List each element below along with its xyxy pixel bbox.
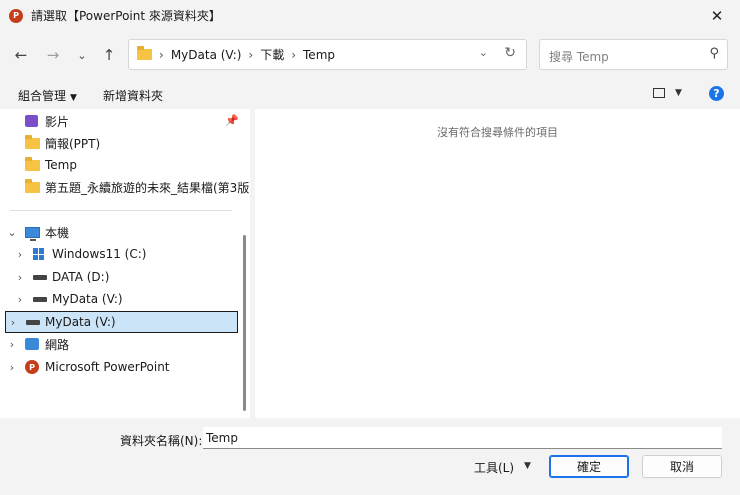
tree-item-drive-v[interactable]: › MyData (V:) — [0, 288, 240, 310]
chevron-right-icon[interactable]: › — [6, 361, 18, 374]
help-icon[interactable]: ? — [709, 86, 724, 101]
tree-item-label: Temp — [45, 158, 77, 172]
breadcrumb-separator[interactable]: › — [248, 48, 253, 62]
chevron-right-icon[interactable]: › — [7, 316, 19, 329]
address-dropdown-icon[interactable]: ⌄ — [479, 46, 488, 59]
navigation-pane: 影片 📌 簡報(PPT) Temp 第五題_永續旅遊的未來_結果檔(第3版) ⌄… — [0, 109, 250, 418]
chevron-down-icon: ⌄ — [77, 48, 87, 62]
tree-item-ppt[interactable]: 簡報(PPT) — [0, 132, 240, 154]
section-divider — [10, 210, 232, 211]
network-icon — [25, 338, 39, 350]
folder-icon — [137, 46, 152, 60]
tree-item-temp[interactable]: Temp — [0, 154, 240, 176]
tools-menu-button[interactable]: 工具(L) — [474, 459, 514, 476]
dialog-footer: 資料夾名稱(N): 工具(L) ▼ 確定 取消 — [0, 418, 740, 495]
drive-icon — [26, 319, 40, 325]
close-icon: ✕ — [710, 6, 724, 25]
cancel-button[interactable]: 取消 — [642, 455, 722, 478]
navigation-pane-scrollbar[interactable] — [243, 235, 246, 411]
pin-icon[interactable]: 📌 — [225, 114, 239, 127]
view-options-caret-icon[interactable]: ▼ — [675, 88, 682, 98]
tree-item-label: 簡報(PPT) — [45, 136, 101, 151]
tree-item-drive-c[interactable]: › Windows11 (C:) — [0, 243, 240, 265]
up-arrow-icon: ↑ — [102, 46, 116, 64]
tree-item-drive-d[interactable]: › DATA (D:) — [0, 266, 240, 288]
view-mode-icon[interactable] — [653, 88, 665, 98]
recent-locations-button[interactable]: ⌄ — [70, 43, 94, 67]
breadcrumb-separator: › — [159, 47, 164, 62]
powerpoint-icon: P — [9, 8, 23, 23]
tree-item-label: 第五題_永續旅遊的未來_結果檔(第3版) — [45, 180, 250, 195]
windows-drive-icon — [33, 248, 45, 260]
drive-icon — [33, 296, 47, 302]
computer-icon — [25, 226, 40, 241]
forward-arrow-icon: → — [46, 46, 60, 64]
tree-item-powerpoint[interactable]: › P Microsoft PowerPoint — [0, 356, 240, 378]
command-toolbar: 組合管理 ▼ 新增資料夾 ▼ ? — [0, 79, 740, 109]
organize-button[interactable]: 組合管理 ▼ — [18, 87, 77, 104]
refresh-icon[interactable]: ↻ — [504, 45, 516, 61]
close-button[interactable]: ✕ — [694, 0, 740, 31]
breadcrumb-temp[interactable]: Temp — [303, 48, 335, 62]
address-bar[interactable]: › MyData (V:) › 下載 › Temp ⌄ ↻ — [128, 39, 527, 70]
tree-item-label: MyData (V:) — [45, 315, 116, 329]
file-list-pane[interactable]: 沒有符合搜尋條件的項目 — [255, 109, 740, 418]
empty-results-message: 沒有符合搜尋條件的項目 — [437, 126, 558, 139]
caret-down-icon[interactable]: ▼ — [524, 461, 531, 471]
title-bar: P 請選取【PowerPoint 來源資料夾】 ✕ — [0, 0, 740, 31]
tree-item-result-folder[interactable]: 第五題_永續旅遊的未來_結果檔(第3版) — [0, 176, 250, 198]
tree-item-label: 影片 — [45, 114, 70, 129]
chevron-right-icon[interactable]: › — [14, 248, 26, 261]
folder-icon — [25, 134, 40, 149]
navigation-bar: ← → ⌄ ↑ › MyData (V:) › 下載 › Temp ⌄ ↻ 搜尋… — [0, 31, 740, 79]
tree-item-this-pc[interactable]: ⌄ 本機 — [0, 221, 240, 243]
breadcrumb-mydata[interactable]: MyData (V:) — [171, 48, 242, 62]
folder-name-input[interactable] — [203, 427, 722, 449]
new-folder-button[interactable]: 新增資料夾 — [103, 87, 163, 104]
tree-item-label: DATA (D:) — [52, 270, 110, 284]
tree-item-videos[interactable]: 影片 📌 — [0, 110, 240, 132]
ok-button[interactable]: 確定 — [549, 455, 629, 478]
chevron-right-icon[interactable]: › — [6, 338, 18, 351]
caret-down-icon: ▼ — [70, 93, 77, 103]
chevron-right-icon[interactable]: › — [14, 293, 26, 306]
chevron-down-icon[interactable]: ⌄ — [6, 226, 18, 239]
breadcrumb-separator[interactable]: › — [291, 48, 296, 62]
tree-item-label: 本機 — [45, 225, 70, 240]
folder-icon — [25, 178, 40, 193]
powerpoint-icon: P — [25, 360, 39, 374]
breadcrumb-downloads[interactable]: 下載 — [260, 46, 284, 63]
up-button[interactable]: ↑ — [97, 43, 121, 67]
chevron-right-icon[interactable]: › — [14, 271, 26, 284]
tree-item-label: Microsoft PowerPoint — [45, 360, 170, 374]
tree-item-mydata-selected[interactable]: › MyData (V:) — [5, 311, 238, 333]
window-title: 請選取【PowerPoint 來源資料夾】 — [31, 9, 221, 23]
tree-item-network[interactable]: › 網路 — [0, 333, 240, 355]
organize-label: 組合管理 — [18, 89, 67, 103]
search-placeholder: 搜尋 Temp — [549, 50, 609, 64]
folder-icon — [25, 156, 40, 171]
video-folder-icon — [25, 115, 38, 127]
tree-item-label: 網路 — [45, 337, 70, 352]
search-input[interactable]: 搜尋 Temp ⚲ — [539, 39, 728, 70]
drive-icon — [33, 274, 47, 280]
back-arrow-icon: ← — [14, 46, 28, 64]
folder-name-label: 資料夾名稱(N): — [120, 434, 203, 448]
search-icon[interactable]: ⚲ — [709, 46, 719, 61]
back-button[interactable]: ← — [9, 43, 33, 67]
tree-item-label: Windows11 (C:) — [52, 247, 147, 261]
forward-button[interactable]: → — [41, 43, 65, 67]
tree-item-label: MyData (V:) — [52, 292, 123, 306]
